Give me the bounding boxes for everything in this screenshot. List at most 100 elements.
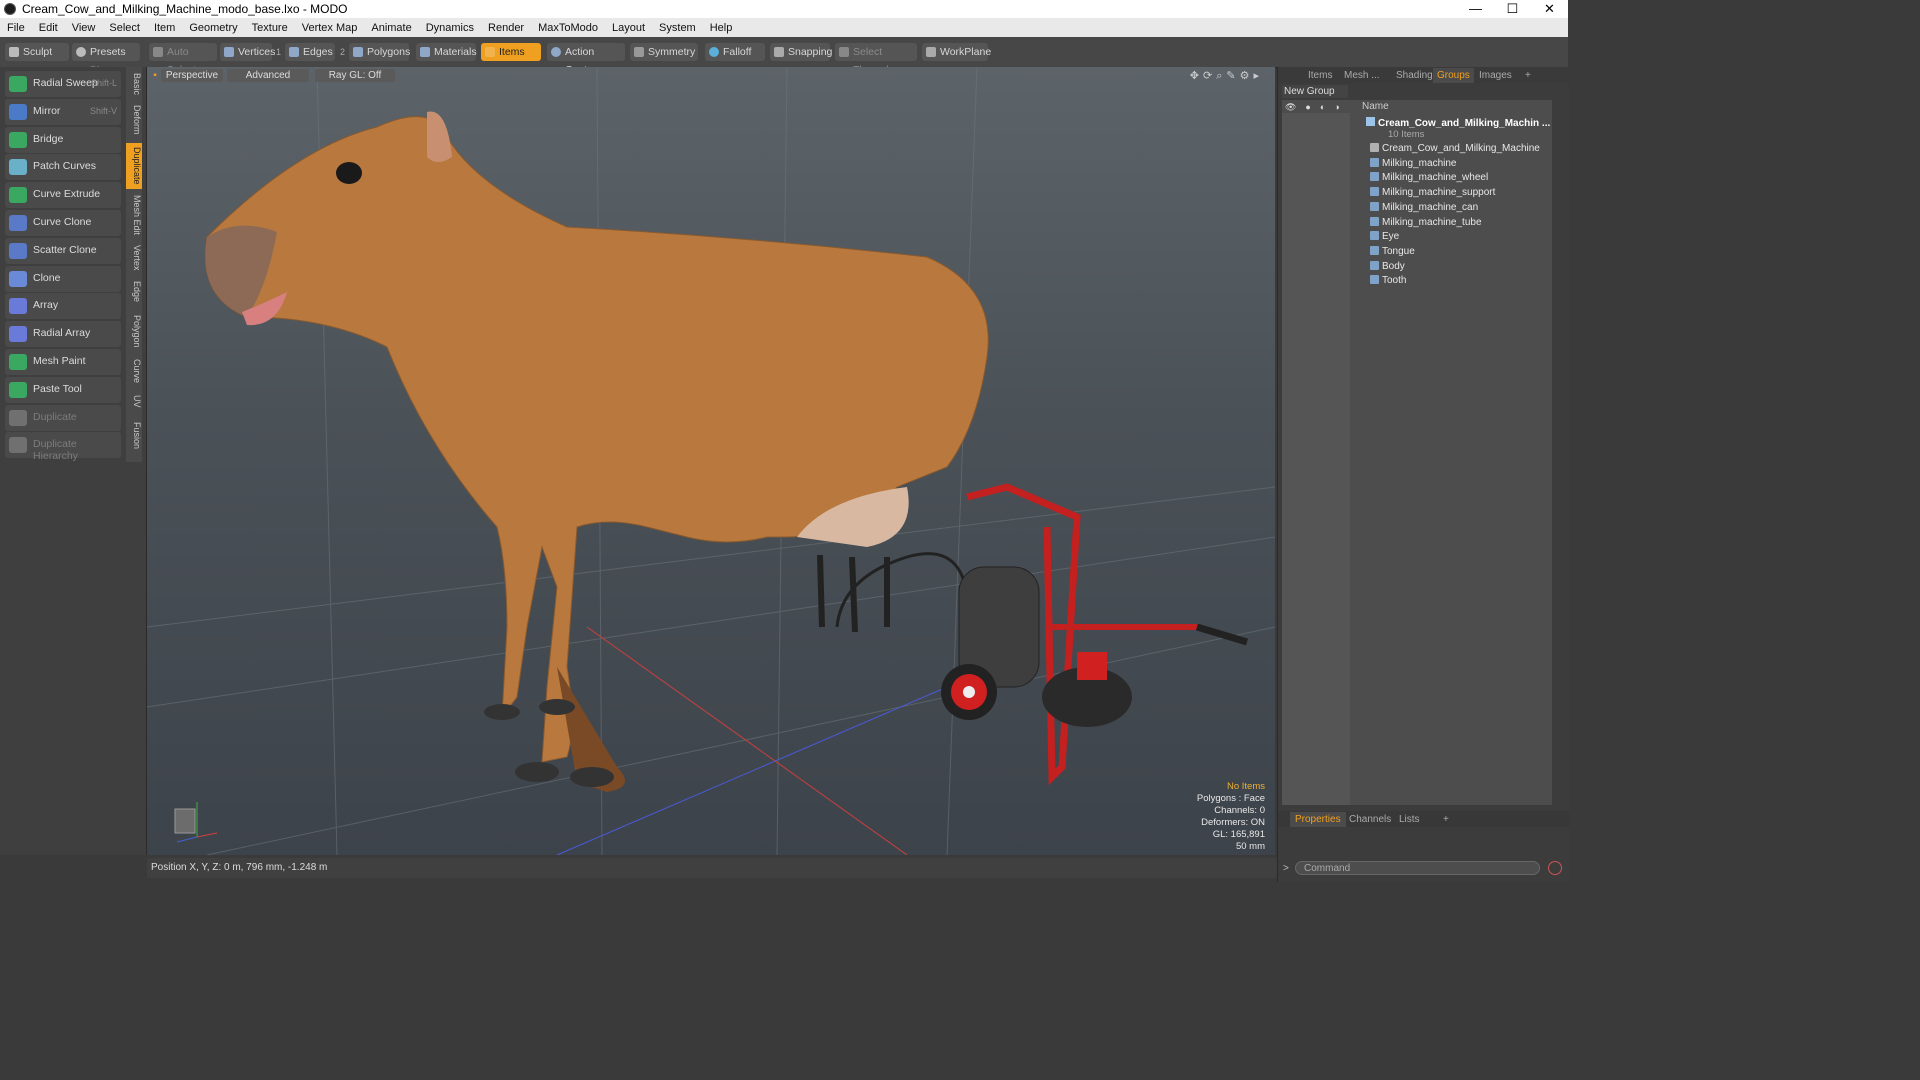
tool-duplicate[interactable]: Duplicate	[5, 404, 121, 431]
record-icon[interactable]	[1548, 861, 1562, 875]
shading-mode-button[interactable]: Advanced	[227, 69, 309, 82]
polygons-label: Polygons	[367, 46, 411, 58]
raygl-button[interactable]: Ray GL: Off	[315, 69, 395, 82]
tool-paste-tool[interactable]: Paste Tool	[5, 376, 121, 403]
tab-items[interactable]: Items	[1304, 68, 1336, 83]
item-name: Milking_machine_support	[1382, 187, 1496, 199]
workplane-button[interactable]: WorkPlane	[922, 43, 992, 61]
tool-label: Mirror	[33, 104, 61, 117]
list-item[interactable]: Milking_machine_wheel	[1370, 172, 1488, 183]
tool-bridge[interactable]: Bridge	[5, 126, 121, 153]
menu-dynamics[interactable]: Dynamics	[419, 22, 481, 34]
list-item[interactable]: Body	[1370, 260, 1405, 272]
list-item[interactable]: Tooth	[1370, 275, 1406, 286]
tool-scatter-clone[interactable]: Scatter Clone	[5, 237, 121, 264]
tab-fusion[interactable]: Fusion	[126, 419, 142, 453]
tab-groups[interactable]: Groups	[1433, 68, 1474, 83]
menu-view[interactable]: View	[65, 22, 103, 34]
menu-texture[interactable]: Texture	[245, 22, 295, 34]
tool-mesh-paint[interactable]: Mesh Paint	[5, 349, 121, 375]
group-item-count: 10 Items	[1388, 129, 1425, 140]
list-item[interactable]: Cream_Cow_and_Milking_Machine	[1370, 143, 1540, 154]
tab-duplicate[interactable]: Duplicate	[126, 143, 142, 189]
name-column-header[interactable]: Name	[1362, 100, 1389, 113]
main-toolbar: Sculpt Presets F6 Auto Select Vertices 1…	[0, 37, 1568, 76]
select-through-button[interactable]: Select Through	[835, 43, 917, 76]
edges-icon	[289, 47, 299, 57]
falloff-button[interactable]: Falloff	[705, 43, 765, 61]
group-row-toggles[interactable]	[1282, 113, 1350, 805]
tab-lists[interactable]: Lists	[1394, 812, 1425, 827]
snapping-button[interactable]: Snapping	[770, 43, 832, 61]
menu-animate[interactable]: Animate	[364, 22, 418, 34]
tool-icon	[9, 159, 27, 176]
materials-button[interactable]: Materials	[416, 43, 477, 61]
list-item[interactable]: Milking_machine_can	[1370, 201, 1478, 213]
menu-system[interactable]: System	[652, 22, 703, 34]
mesh-icon	[1370, 275, 1379, 285]
command-input[interactable]: Command	[1295, 861, 1540, 875]
tab-mesh[interactable]: Mesh ...	[1340, 68, 1384, 83]
tab-edge[interactable]: Edge	[126, 279, 142, 305]
viewport-nav-icons[interactable]: ✥⟳⌕✎⚙▸	[1190, 69, 1263, 83]
menu-select[interactable]: Select	[102, 22, 147, 34]
list-item[interactable]: Eye	[1370, 231, 1399, 242]
presets-button[interactable]: Presets F6	[72, 43, 140, 75]
auto-select-button[interactable]: Auto Select	[149, 43, 217, 76]
sculpt-button[interactable]: Sculpt	[5, 43, 69, 61]
tab-images[interactable]: Images	[1475, 68, 1516, 83]
3d-viewport[interactable]: ▪ Perspective Advanced Ray GL: Off ✥⟳⌕✎⚙…	[147, 67, 1275, 855]
tab-deform[interactable]: Deform	[126, 101, 142, 139]
tab-channels[interactable]: Channels	[1344, 812, 1396, 827]
tool-curve-clone[interactable]: Curve Clone	[5, 210, 121, 236]
menu-maxtomodo[interactable]: MaxToModo	[531, 22, 605, 34]
menu-edit[interactable]: Edit	[32, 22, 65, 34]
info-focal: 50 mm	[1235, 841, 1265, 852]
edges-button[interactable]: Edges	[285, 43, 335, 61]
tab-mesh-edit[interactable]: Mesh Edit	[126, 193, 142, 237]
tab-polygon[interactable]: Polygon	[126, 311, 142, 351]
menu-render[interactable]: Render	[481, 22, 531, 34]
new-group-button[interactable]: New Group	[1282, 85, 1348, 98]
tab-shading[interactable]: Shading	[1392, 68, 1437, 83]
list-item[interactable]: Milking_machine_support	[1370, 187, 1495, 198]
tool-patch-curves[interactable]: Patch Curves	[5, 154, 121, 181]
tab-curve[interactable]: Curve	[126, 355, 142, 387]
tab-basic[interactable]: Basic	[126, 69, 142, 99]
maximize-button[interactable]: ☐	[1494, 0, 1531, 18]
tab-vertex[interactable]: Vertex	[126, 241, 142, 275]
tool-duplicate-hierarchy[interactable]: Duplicate Hierarchy	[5, 432, 121, 462]
tool-radial-array[interactable]: Radial Array	[5, 321, 121, 348]
tool-array[interactable]: Array	[5, 293, 121, 320]
tool-mirror[interactable]: Mirror Shift-V	[5, 98, 121, 125]
list-item[interactable]: Milking_machine	[1370, 157, 1456, 169]
tool-clone[interactable]: Clone	[5, 265, 121, 292]
close-button[interactable]: ✕	[1531, 0, 1568, 18]
vertices-button[interactable]: Vertices	[220, 43, 275, 61]
tool-radial-sweep[interactable]: Radial Sweep Shift-L	[5, 71, 121, 97]
list-item[interactable]: Milking_machine_tube	[1370, 216, 1482, 228]
right-panel: Items Mesh ... Shading Groups Images + N…	[1277, 67, 1569, 882]
minimize-button[interactable]: —	[1457, 0, 1494, 18]
tool-curve-extrude[interactable]: Curve Extrude	[5, 182, 121, 209]
tab-uv[interactable]: UV	[126, 391, 142, 411]
items-button[interactable]: Items	[481, 43, 541, 61]
add-bottom-tab-button[interactable]: +	[1438, 812, 1454, 827]
menu-help[interactable]: Help	[703, 22, 740, 34]
add-tab-button[interactable]: +	[1521, 68, 1535, 83]
action-center-button[interactable]: Action Center	[547, 43, 625, 76]
menu-vertex-map[interactable]: Vertex Map	[295, 22, 365, 34]
group-row[interactable]: Cream_Cow_and_Milking_Machin ...	[1366, 117, 1550, 129]
menu-item[interactable]: Item	[147, 22, 182, 34]
viewport-menu-icon[interactable]: ▪	[151, 69, 159, 82]
tab-properties[interactable]: Properties	[1290, 812, 1346, 827]
symmetry-button[interactable]: Symmetry	[630, 43, 698, 61]
menu-layout[interactable]: Layout	[605, 22, 652, 34]
view-type-button[interactable]: Perspective	[161, 69, 223, 82]
menu-file[interactable]: File	[0, 22, 32, 34]
workplane-label: WorkPlane	[940, 46, 992, 58]
polygons-button[interactable]: Polygons	[349, 43, 411, 61]
menu-geometry[interactable]: Geometry	[182, 22, 244, 34]
group-name: Cream_Cow_and_Milking_Machin ...	[1378, 118, 1551, 129]
list-item[interactable]: Tongue	[1370, 245, 1415, 257]
